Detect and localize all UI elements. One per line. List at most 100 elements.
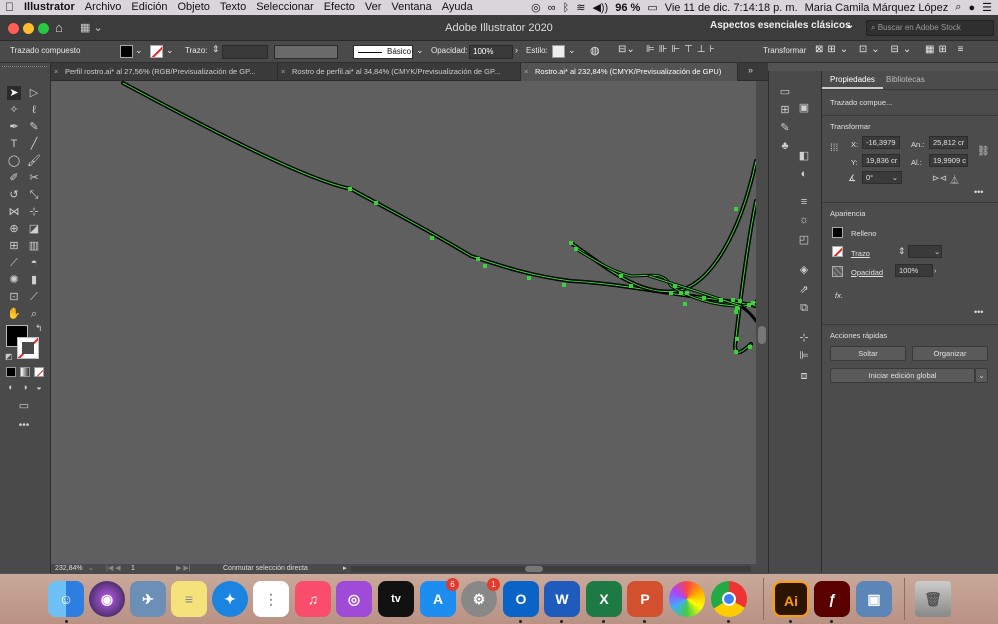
- layout-icon[interactable]: ▦ ⌄: [80, 21, 103, 34]
- draw-behind-icon[interactable]: ◑: [18, 380, 32, 394]
- user-name[interactable]: Maria Camila Márquez López: [805, 2, 949, 14]
- chevron-down-icon[interactable]: ⌄: [88, 564, 94, 572]
- scroll-thumb[interactable]: [758, 326, 766, 344]
- symbol-sprayer-tool-icon[interactable]: ✺: [7, 273, 21, 287]
- image-trace-icon[interactable]: ◰: [797, 233, 811, 247]
- tv-icon[interactable]: tv: [378, 581, 414, 617]
- flip-horizontal-icon[interactable]: ⊳⊲: [932, 173, 947, 184]
- battery-percent[interactable]: 96 %: [615, 2, 640, 14]
- stroke-color-box[interactable]: [17, 337, 39, 359]
- more-options-icon[interactable]: •••: [974, 187, 983, 197]
- zoom-level[interactable]: 232,84%: [55, 565, 83, 572]
- menu-texto[interactable]: Texto: [215, 0, 251, 15]
- menu-ver[interactable]: Ver: [360, 0, 387, 15]
- chevron-down-icon[interactable]: ⌄: [166, 45, 174, 56]
- chevron-double-right-icon[interactable]: »: [748, 65, 753, 75]
- music-icon[interactable]: ♫: [295, 581, 331, 617]
- chevron-down-icon[interactable]: ⌄: [934, 247, 940, 256]
- gradient-tool-icon[interactable]: ▥: [27, 239, 41, 253]
- scroll-thumb[interactable]: [525, 566, 543, 572]
- panel-options-icons[interactable]: ▦⊞ ≡: [925, 44, 967, 55]
- minimize-window-button[interactable]: [23, 23, 34, 34]
- horizontal-scrollbar[interactable]: [351, 566, 751, 572]
- artboard-tool-icon[interactable]: ⊡: [7, 290, 21, 304]
- style-swatch[interactable]: [552, 45, 565, 58]
- stepper-icon[interactable]: ⇕: [898, 246, 906, 257]
- bluetooth-icon[interactable]: ᛒ: [563, 2, 570, 14]
- align-panel-icon[interactable]: ⊫: [797, 349, 811, 363]
- properties-icon[interactable]: ▣: [797, 101, 811, 115]
- more-tools-icon[interactable]: •••: [17, 419, 31, 433]
- isolate-icons[interactable]: ⊠⊞⌄ ⊡⌄ ⊟⌄: [815, 44, 915, 55]
- zoom-window-button[interactable]: [38, 23, 49, 34]
- rotation-field[interactable]: 0° ⌄: [862, 171, 902, 184]
- arrange-button[interactable]: Organizar: [912, 346, 988, 361]
- siri-icon[interactable]: ◉: [89, 581, 125, 617]
- curvature-tool-icon[interactable]: ✎: [27, 120, 41, 134]
- tab-properties[interactable]: Propiedades: [822, 71, 883, 89]
- chevron-right-icon[interactable]: ▸: [343, 564, 347, 572]
- close-icon[interactable]: ×: [281, 63, 285, 81]
- panel-grip[interactable]: [2, 66, 47, 70]
- trash-icon[interactable]: 🗑: [915, 581, 951, 617]
- gradient-mode-icon[interactable]: [20, 367, 30, 377]
- type-tool-icon[interactable]: T: [7, 137, 21, 151]
- chevron-down-icon[interactable]: ⌄: [135, 45, 143, 56]
- rotate-tool-icon[interactable]: ↺: [7, 188, 21, 202]
- more-options-icon[interactable]: •••: [974, 307, 983, 317]
- brush-definition[interactable]: Básico: [353, 45, 413, 59]
- preview-icon[interactable]: ▣: [856, 581, 892, 617]
- swap-colors-icon[interactable]: ↰: [35, 323, 43, 334]
- pathfinder-icon[interactable]: ⧈: [797, 369, 811, 383]
- scissors-tool-icon[interactable]: ✂: [27, 171, 41, 185]
- scale-tool-icon[interactable]: ⤡: [27, 188, 41, 202]
- chevron-right-icon[interactable]: ›: [515, 45, 518, 55]
- magic-wand-tool-icon[interactable]: ✧: [7, 103, 21, 117]
- tab-document[interactable]: × Rostro de perfil.ai* al 34,84% (CMYK/Pr…: [278, 63, 521, 81]
- stroke-link[interactable]: Trazo: [851, 249, 870, 258]
- transform-link[interactable]: Transformar: [763, 46, 806, 55]
- vertical-scrollbar[interactable]: [756, 81, 768, 564]
- align-icons[interactable]: ⊫⊪⊩⊤⊥⊦: [646, 44, 719, 55]
- vector-artwork[interactable]: [51, 81, 756, 564]
- home-icon[interactable]: ⌂: [55, 20, 63, 35]
- artboard-number[interactable]: 1: [131, 565, 135, 572]
- excel-icon[interactable]: X: [586, 581, 622, 617]
- menu-edicion[interactable]: Edición: [126, 0, 172, 15]
- transform-panel-icon[interactable]: ⊹: [797, 331, 811, 345]
- fill-swatch[interactable]: [120, 45, 133, 58]
- chevron-down-icon[interactable]: ⌄: [975, 368, 988, 383]
- battery-icon[interactable]: ▭: [647, 1, 657, 14]
- photos-icon[interactable]: [669, 581, 705, 617]
- x-field[interactable]: -16,3979: [862, 136, 900, 149]
- word-icon[interactable]: W: [544, 581, 580, 617]
- mesh-tool-icon[interactable]: ⊞: [7, 239, 21, 253]
- stock-search-input[interactable]: ⌕ Buscar en Adobe Stock: [866, 20, 994, 36]
- draw-normal-icon[interactable]: ◐: [4, 380, 18, 394]
- width-tool-icon[interactable]: ⋈: [7, 205, 21, 219]
- workspace-switcher[interactable]: Aspectos esenciales clásicos ⌄: [710, 20, 858, 36]
- brushes-icon[interactable]: ✎: [778, 121, 792, 135]
- hand-tool-icon[interactable]: ✋: [7, 307, 21, 321]
- stroke-swatch[interactable]: [150, 45, 163, 58]
- paintbrush-tool-icon[interactable]: 🖌: [27, 154, 41, 168]
- opacity-link[interactable]: Opacidad: [851, 268, 883, 277]
- menu-objeto[interactable]: Objeto: [173, 0, 215, 15]
- color-mode-icon[interactable]: [6, 367, 16, 377]
- close-icon[interactable]: ×: [524, 63, 528, 81]
- first-artboard-icon[interactable]: |◀ ◀: [106, 564, 121, 572]
- chrome-icon[interactable]: [711, 581, 747, 617]
- shaper-tool-icon[interactable]: ✐: [7, 171, 21, 185]
- recolor-icon[interactable]: ◍: [590, 44, 600, 57]
- pen-tool-icon[interactable]: ✒: [7, 120, 21, 134]
- draw-inside-icon[interactable]: ◒: [32, 380, 46, 394]
- fx-button[interactable]: fx.: [835, 291, 843, 300]
- height-field[interactable]: 19,9909 c: [929, 154, 968, 167]
- screen-mode-icon[interactable]: ▭: [17, 399, 31, 413]
- constrain-proportions-icon[interactable]: ⛓: [977, 146, 990, 157]
- close-window-button[interactable]: [8, 23, 19, 34]
- opacity-field[interactable]: 100%: [895, 264, 933, 277]
- symbols-icon[interactable]: ♣: [778, 139, 792, 153]
- powerpoint-icon[interactable]: P: [627, 581, 663, 617]
- close-icon[interactable]: ×: [54, 63, 58, 81]
